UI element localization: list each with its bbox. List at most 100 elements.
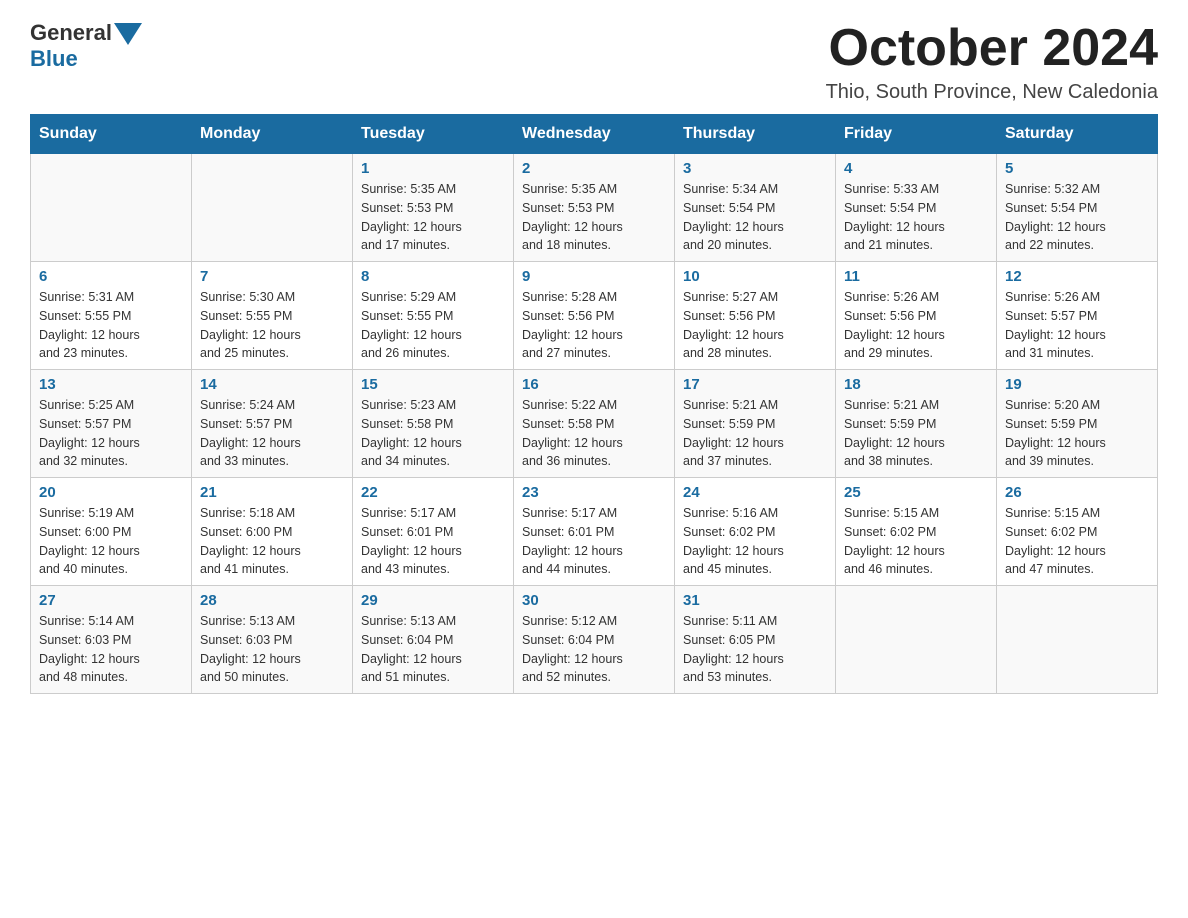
day-number: 30 <box>522 592 666 609</box>
calendar-cell: 12 Sunrise: 5:26 AMSunset: 5:57 PMDayligh… <box>997 262 1158 370</box>
day-number: 16 <box>522 376 666 393</box>
day-number: 9 <box>522 268 666 285</box>
calendar-cell: 30 Sunrise: 5:12 AMSunset: 6:04 PMDayligh… <box>514 586 675 694</box>
calendar-cell: 28Sunrise: 5:13 AMSunset: 6:03 PMDayligh… <box>192 586 353 694</box>
calendar-cell: 26 Sunrise: 5:15 AMSunset: 6:02 PMDayligh… <box>997 478 1158 586</box>
day-info: Sunrise: 5:17 AMSunset: 6:01 PMDaylight:… <box>522 504 666 579</box>
day-info: Sunrise: 5:24 AMSunset: 5:57 PMDaylight:… <box>200 396 344 471</box>
calendar-week-row: 1Sunrise: 5:35 AMSunset: 5:53 PMDaylight… <box>31 154 1158 262</box>
calendar-cell: 3 Sunrise: 5:34 AMSunset: 5:54 PMDaylight… <box>675 154 836 262</box>
day-info: Sunrise: 5:16 AMSunset: 6:02 PMDaylight:… <box>683 504 827 579</box>
day-number: 27 <box>39 592 183 609</box>
calendar-cell: 19 Sunrise: 5:20 AMSunset: 5:59 PMDayligh… <box>997 370 1158 478</box>
day-info: Sunrise: 5:21 AMSunset: 5:59 PMDaylight:… <box>683 396 827 471</box>
calendar-cell <box>997 586 1158 694</box>
day-info: Sunrise: 5:21 AMSunset: 5:59 PMDaylight:… <box>844 396 988 471</box>
calendar-cell: 6Sunrise: 5:31 AMSunset: 5:55 PMDaylight… <box>31 262 192 370</box>
day-number: 4 <box>844 160 988 177</box>
day-info: Sunrise: 5:13 AMSunset: 6:04 PMDaylight:… <box>361 612 505 687</box>
day-number: 22 <box>361 484 505 501</box>
calendar-cell: 10 Sunrise: 5:27 AMSunset: 5:56 PMDayligh… <box>675 262 836 370</box>
day-info: Sunrise: 5:35 AMSunset: 5:53 PMDaylight:… <box>361 180 505 255</box>
day-info: Sunrise: 5:23 AMSunset: 5:58 PMDaylight:… <box>361 396 505 471</box>
day-info: Sunrise: 5:34 AMSunset: 5:54 PMDaylight:… <box>683 180 827 255</box>
calendar-cell: 21 Sunrise: 5:18 AMSunset: 6:00 PMDayligh… <box>192 478 353 586</box>
day-number: 6 <box>39 268 183 285</box>
day-info: Sunrise: 5:27 AMSunset: 5:56 PMDaylight:… <box>683 288 827 363</box>
day-number: 23 <box>522 484 666 501</box>
calendar-cell: 20Sunrise: 5:19 AMSunset: 6:00 PMDayligh… <box>31 478 192 586</box>
day-info: Sunrise: 5:30 AMSunset: 5:55 PMDaylight:… <box>200 288 344 363</box>
calendar-cell: 14 Sunrise: 5:24 AMSunset: 5:57 PMDayligh… <box>192 370 353 478</box>
day-number: 24 <box>683 484 827 501</box>
day-info: Sunrise: 5:12 AMSunset: 6:04 PMDaylight:… <box>522 612 666 687</box>
calendar-cell: 16 Sunrise: 5:22 AMSunset: 5:58 PMDayligh… <box>514 370 675 478</box>
calendar-cell: 17Sunrise: 5:21 AMSunset: 5:59 PMDayligh… <box>675 370 836 478</box>
calendar-cell: 24 Sunrise: 5:16 AMSunset: 6:02 PMDayligh… <box>675 478 836 586</box>
calendar-cell: 2 Sunrise: 5:35 AMSunset: 5:53 PMDaylight… <box>514 154 675 262</box>
weekday-header-friday: Friday <box>836 115 997 154</box>
calendar-cell: 13 Sunrise: 5:25 AMSunset: 5:57 PMDayligh… <box>31 370 192 478</box>
day-number: 14 <box>200 376 344 393</box>
calendar-cell: 18 Sunrise: 5:21 AMSunset: 5:59 PMDayligh… <box>836 370 997 478</box>
logo: General Blue <box>30 20 142 72</box>
day-number: 11 <box>844 268 988 285</box>
day-number: 31 <box>683 592 827 609</box>
day-info: Sunrise: 5:18 AMSunset: 6:00 PMDaylight:… <box>200 504 344 579</box>
calendar-cell: 31Sunrise: 5:11 AMSunset: 6:05 PMDayligh… <box>675 586 836 694</box>
calendar-cell: 25Sunrise: 5:15 AMSunset: 6:02 PMDayligh… <box>836 478 997 586</box>
day-info: Sunrise: 5:15 AMSunset: 6:02 PMDaylight:… <box>1005 504 1149 579</box>
day-number: 13 <box>39 376 183 393</box>
calendar-week-row: 13 Sunrise: 5:25 AMSunset: 5:57 PMDayligh… <box>31 370 1158 478</box>
day-number: 2 <box>522 160 666 177</box>
weekday-header-row: SundayMondayTuesdayWednesdayThursdayFrid… <box>31 115 1158 154</box>
day-info: Sunrise: 5:15 AMSunset: 6:02 PMDaylight:… <box>844 504 988 579</box>
calendar-cell: 9 Sunrise: 5:28 AMSunset: 5:56 PMDaylight… <box>514 262 675 370</box>
day-info: Sunrise: 5:29 AMSunset: 5:55 PMDaylight:… <box>361 288 505 363</box>
day-info: Sunrise: 5:14 AMSunset: 6:03 PMDaylight:… <box>39 612 183 687</box>
day-number: 26 <box>1005 484 1149 501</box>
calendar-cell <box>836 586 997 694</box>
calendar-cell: 15 Sunrise: 5:23 AMSunset: 5:58 PMDayligh… <box>353 370 514 478</box>
calendar-body: 1Sunrise: 5:35 AMSunset: 5:53 PMDaylight… <box>31 154 1158 694</box>
calendar-cell: 4Sunrise: 5:33 AMSunset: 5:54 PMDaylight… <box>836 154 997 262</box>
calendar-cell: 8 Sunrise: 5:29 AMSunset: 5:55 PMDaylight… <box>353 262 514 370</box>
weekday-header-sunday: Sunday <box>31 115 192 154</box>
calendar-cell: 29Sunrise: 5:13 AMSunset: 6:04 PMDayligh… <box>353 586 514 694</box>
weekday-header-thursday: Thursday <box>675 115 836 154</box>
day-number: 19 <box>1005 376 1149 393</box>
day-info: Sunrise: 5:22 AMSunset: 5:58 PMDaylight:… <box>522 396 666 471</box>
calendar-cell: 1Sunrise: 5:35 AMSunset: 5:53 PMDaylight… <box>353 154 514 262</box>
location-title: Thio, South Province, New Caledonia <box>826 81 1158 104</box>
weekday-header-monday: Monday <box>192 115 353 154</box>
month-title: October 2024 <box>826 20 1158 77</box>
day-number: 21 <box>200 484 344 501</box>
day-info: Sunrise: 5:20 AMSunset: 5:59 PMDaylight:… <box>1005 396 1149 471</box>
day-info: Sunrise: 5:26 AMSunset: 5:56 PMDaylight:… <box>844 288 988 363</box>
calendar-cell: 7Sunrise: 5:30 AMSunset: 5:55 PMDaylight… <box>192 262 353 370</box>
day-info: Sunrise: 5:28 AMSunset: 5:56 PMDaylight:… <box>522 288 666 363</box>
title-area: October 2024 Thio, South Province, New C… <box>826 20 1158 104</box>
calendar-cell: 27 Sunrise: 5:14 AMSunset: 6:03 PMDayligh… <box>31 586 192 694</box>
calendar-cell <box>192 154 353 262</box>
calendar-cell: 5Sunrise: 5:32 AMSunset: 5:54 PMDaylight… <box>997 154 1158 262</box>
calendar-week-row: 27 Sunrise: 5:14 AMSunset: 6:03 PMDayligh… <box>31 586 1158 694</box>
logo-triangle-icon <box>114 23 142 45</box>
header: General Blue October 2024 Thio, South Pr… <box>30 20 1158 104</box>
weekday-header-tuesday: Tuesday <box>353 115 514 154</box>
calendar-week-row: 6Sunrise: 5:31 AMSunset: 5:55 PMDaylight… <box>31 262 1158 370</box>
weekday-header-wednesday: Wednesday <box>514 115 675 154</box>
day-number: 10 <box>683 268 827 285</box>
day-info: Sunrise: 5:35 AMSunset: 5:53 PMDaylight:… <box>522 180 666 255</box>
day-info: Sunrise: 5:26 AMSunset: 5:57 PMDaylight:… <box>1005 288 1149 363</box>
day-number: 18 <box>844 376 988 393</box>
day-number: 3 <box>683 160 827 177</box>
day-number: 5 <box>1005 160 1149 177</box>
day-number: 8 <box>361 268 505 285</box>
day-info: Sunrise: 5:25 AMSunset: 5:57 PMDaylight:… <box>39 396 183 471</box>
day-number: 28 <box>200 592 344 609</box>
calendar-cell: 11 Sunrise: 5:26 AMSunset: 5:56 PMDayligh… <box>836 262 997 370</box>
day-number: 15 <box>361 376 505 393</box>
calendar-cell <box>31 154 192 262</box>
day-number: 12 <box>1005 268 1149 285</box>
